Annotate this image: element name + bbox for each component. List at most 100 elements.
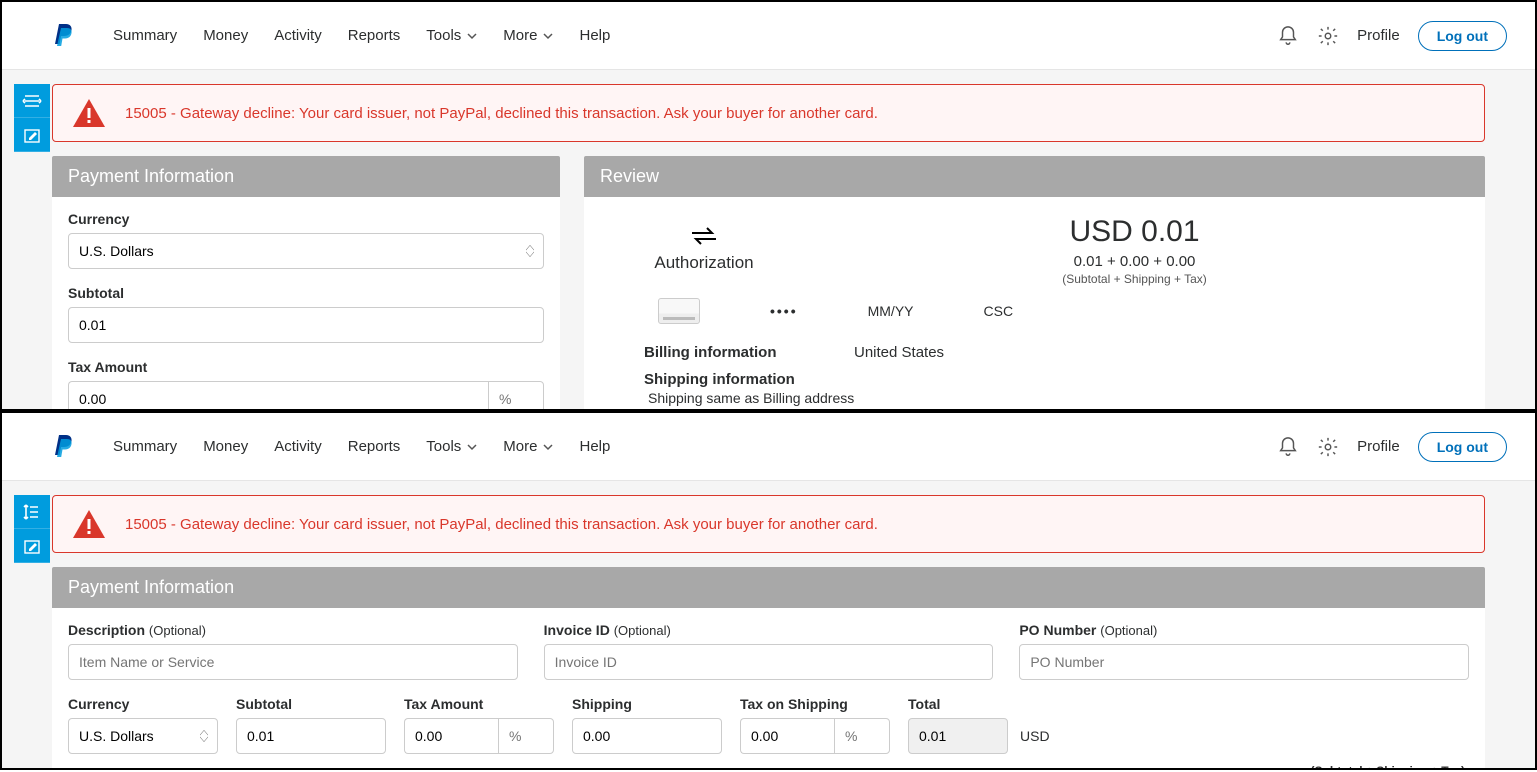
chevron-down-icon <box>543 31 553 41</box>
card-icon <box>658 298 700 324</box>
subtotal-label: Subtotal <box>68 285 544 301</box>
tax-on-shipping-input[interactable] <box>740 718 834 754</box>
side-tool-expand[interactable] <box>14 495 50 529</box>
gear-icon[interactable] <box>1317 436 1339 458</box>
nav-tools[interactable]: Tools <box>413 438 490 455</box>
tax-on-shipping-percent-input[interactable] <box>834 718 890 754</box>
nav-reports[interactable]: Reports <box>335 438 414 455</box>
review-panel: Review Authorization <box>584 156 1485 409</box>
description-input[interactable] <box>68 644 518 680</box>
shipping-info-text: Shipping same as Billing address <box>644 390 1465 406</box>
side-tool-edit[interactable] <box>14 529 50 563</box>
nav-tools-label: Tools <box>426 438 461 455</box>
currency-label: Currency <box>68 696 218 712</box>
nav-more-label: More <box>503 27 537 44</box>
chevron-down-icon <box>543 442 553 452</box>
invoice-id-input[interactable] <box>544 644 994 680</box>
nav-activity[interactable]: Activity <box>261 438 335 455</box>
expand-horizontal-icon <box>22 92 42 110</box>
top-nav: Summary Money Activity Reports Tools Mor… <box>2 413 1535 481</box>
alert-message: 15005 - Gateway decline: Your card issue… <box>125 105 878 122</box>
payment-info-panel: Payment Information Description (Optiona… <box>52 567 1485 768</box>
nav-more[interactable]: More <box>490 438 566 455</box>
total-footnote: (Subtotal + Shipping + Tax) <box>68 764 1469 768</box>
card-last4-dots: •••• <box>770 303 798 319</box>
currency-select[interactable]: U.S. Dollars <box>68 233 544 269</box>
total-input <box>908 718 1008 754</box>
shipping-info-label: Shipping information <box>644 371 1465 388</box>
nav-profile[interactable]: Profile <box>1357 438 1400 455</box>
logout-button[interactable]: Log out <box>1418 21 1507 51</box>
subtotal-input[interactable] <box>68 307 544 343</box>
card-expiry: MM/YY <box>868 303 914 319</box>
review-breakdown: 0.01 + 0.00 + 0.00 <box>804 253 1465 270</box>
chevron-down-icon <box>467 442 477 452</box>
error-alert: 15005 - Gateway decline: Your card issue… <box>52 495 1485 553</box>
top-nav: Summary Money Activity Reports Tools Mor… <box>2 2 1535 70</box>
billing-info-label: Billing information <box>644 344 814 361</box>
nav-money[interactable]: Money <box>190 27 261 44</box>
nav-summary[interactable]: Summary <box>100 438 190 455</box>
chevron-down-icon <box>467 31 477 41</box>
currency-select[interactable]: U.S. Dollars <box>68 718 218 754</box>
bell-icon[interactable] <box>1277 25 1299 47</box>
screenshot-2: Summary Money Activity Reports Tools Mor… <box>0 411 1537 770</box>
tax-percent-input[interactable] <box>498 718 554 754</box>
tax-on-shipping-label: Tax on Shipping <box>740 696 890 712</box>
edit-icon <box>23 126 41 144</box>
nav-tools[interactable]: Tools <box>413 27 490 44</box>
invoice-id-label: Invoice ID (Optional) <box>544 622 994 638</box>
po-number-label: PO Number (Optional) <box>1019 622 1469 638</box>
billing-info-value: United States <box>854 344 944 361</box>
tax-amount-label: Tax Amount <box>404 696 554 712</box>
logout-button[interactable]: Log out <box>1418 432 1507 462</box>
subtotal-label: Subtotal <box>236 696 386 712</box>
authorization-label: Authorization <box>604 253 804 273</box>
nav-tools-label: Tools <box>426 27 461 44</box>
nav-more[interactable]: More <box>490 27 566 44</box>
review-title: Review <box>584 156 1485 197</box>
total-label: Total <box>908 696 1050 712</box>
exchange-arrows-icon <box>690 227 718 245</box>
warning-triangle-icon <box>73 99 105 127</box>
nav-help[interactable]: Help <box>566 27 623 44</box>
currency-label: Currency <box>68 211 544 227</box>
error-alert: 15005 - Gateway decline: Your card issue… <box>52 84 1485 142</box>
nav-summary[interactable]: Summary <box>100 27 190 44</box>
side-tool-edit[interactable] <box>14 118 50 152</box>
warning-triangle-icon <box>73 510 105 538</box>
screenshot-1: Summary Money Activity Reports Tools Mor… <box>0 0 1537 411</box>
shipping-input[interactable] <box>572 718 722 754</box>
nav-help[interactable]: Help <box>566 438 623 455</box>
subtotal-input[interactable] <box>236 718 386 754</box>
side-toolbar <box>14 495 50 563</box>
tax-amount-input[interactable] <box>68 381 488 409</box>
side-toolbar <box>14 84 50 152</box>
gear-icon[interactable] <box>1317 25 1339 47</box>
expand-vertical-icon <box>23 503 41 521</box>
panel-title: Payment Information <box>52 156 560 197</box>
shipping-label: Shipping <box>572 696 722 712</box>
nav-activity[interactable]: Activity <box>261 27 335 44</box>
card-csc: CSC <box>984 303 1014 319</box>
paypal-logo-icon <box>50 433 74 461</box>
tax-amount-label: Tax Amount <box>68 359 544 375</box>
nav-more-label: More <box>503 438 537 455</box>
edit-icon <box>23 537 41 555</box>
tax-amount-input[interactable] <box>404 718 498 754</box>
review-breakdown-note: (Subtotal + Shipping + Tax) <box>804 272 1465 286</box>
tax-percent-input[interactable] <box>488 381 544 409</box>
paypal-logo-icon <box>50 22 74 50</box>
nav-reports[interactable]: Reports <box>335 27 414 44</box>
total-currency-label: USD <box>1020 728 1050 744</box>
payment-info-panel: Payment Information Currency U.S. Dollar… <box>52 156 560 409</box>
nav-money[interactable]: Money <box>190 438 261 455</box>
bell-icon[interactable] <box>1277 436 1299 458</box>
side-tool-expand[interactable] <box>14 84 50 118</box>
po-number-input[interactable] <box>1019 644 1469 680</box>
panel-title: Payment Information <box>52 567 1485 608</box>
nav-profile[interactable]: Profile <box>1357 27 1400 44</box>
description-label: Description (Optional) <box>68 622 518 638</box>
alert-message: 15005 - Gateway decline: Your card issue… <box>125 516 878 533</box>
review-total-amount: USD 0.01 <box>804 215 1465 249</box>
